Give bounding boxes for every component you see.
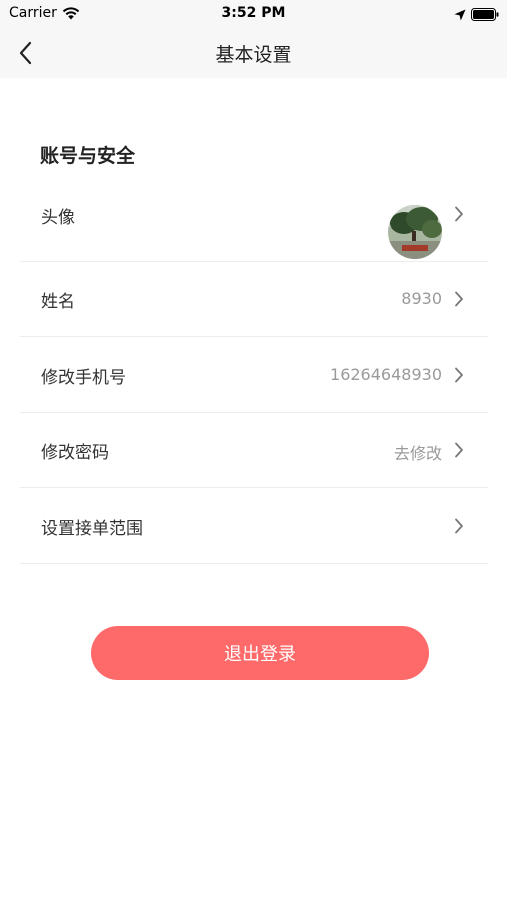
chevron-right-icon (454, 442, 464, 462)
row-label: 修改手机号 (41, 368, 126, 388)
avatar (388, 205, 442, 259)
status-time: 3:52 PM (221, 5, 286, 21)
name-row[interactable]: 姓名 8930 (20, 262, 488, 337)
avatar-row[interactable]: 头像 (20, 178, 488, 262)
password-row[interactable]: 修改密码 去修改 (20, 413, 488, 488)
row-label: 头像 (41, 208, 75, 228)
section-title: 账号与安全 (40, 145, 136, 167)
chevron-right-icon (454, 518, 464, 538)
row-value: 16264648930 (330, 365, 442, 384)
row-value: 8930 (401, 289, 442, 308)
order-range-row[interactable]: 设置接单范围 (20, 488, 488, 564)
logout-button[interactable]: 退出登录 (91, 626, 429, 680)
row-label: 修改密码 (41, 443, 109, 463)
chevron-right-icon (454, 206, 464, 226)
status-bar: Carrier 3:52 PM (0, 0, 507, 28)
chevron-right-icon (454, 291, 464, 311)
row-label: 姓名 (41, 292, 75, 312)
chevron-right-icon (454, 367, 464, 387)
phone-row[interactable]: 修改手机号 16264648930 (20, 337, 488, 413)
page-title: 基本设置 (215, 44, 292, 66)
location-icon (454, 6, 466, 25)
nav-bar: 基本设置 (0, 28, 507, 78)
battery-icon (471, 6, 499, 25)
row-label: 设置接单范围 (41, 519, 143, 539)
row-value: 去修改 (393, 444, 442, 463)
